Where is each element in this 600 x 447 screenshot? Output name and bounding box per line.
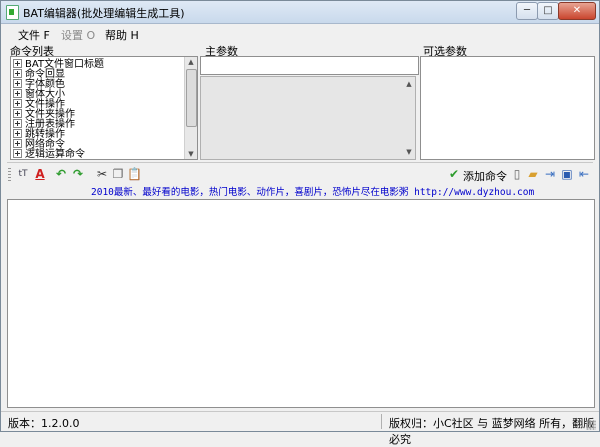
menu-help[interactable]: 帮助 H: [105, 27, 139, 43]
scroll-up-icon[interactable]: ▲: [403, 79, 415, 89]
app-window: BAT编辑器(批处理编辑生成工具) ─ □ ✕ 文件 F 设置 O 帮助 H 命…: [0, 0, 600, 446]
tree-item-label: 逻辑运算命令: [25, 149, 85, 160]
expand-icon[interactable]: [13, 108, 22, 118]
close-button[interactable]: ✕: [558, 2, 596, 20]
title-bar[interactable]: BAT编辑器(批处理编辑生成工具) ─ □ ✕: [1, 1, 599, 24]
copy-icon[interactable]: ❐: [111, 167, 125, 181]
tree-item[interactable]: 逻辑运算命令: [13, 148, 85, 160]
main-param-input[interactable]: [200, 56, 419, 75]
font-color-icon[interactable]: A: [33, 167, 47, 181]
scroll-thumb[interactable]: [186, 69, 197, 127]
app-icon: [6, 5, 19, 20]
export-icon[interactable]: ⇥: [543, 167, 557, 181]
paste-icon[interactable]: 📋: [127, 167, 142, 181]
status-bar: 版本：1.2.0.0 版权归：小C社区 与 蓝梦网络 所有，翻版必究: [1, 411, 599, 446]
expand-icon[interactable]: [13, 128, 22, 138]
command-tree[interactable]: BAT文件窗口标题 命令回显 字体颜色 窗体大小 文件操作 文件夹操作 注册表操…: [10, 56, 198, 160]
window-title: BAT编辑器(批处理编辑生成工具): [23, 7, 185, 20]
open-folder-icon[interactable]: ▰: [526, 167, 540, 181]
toolbar: tT A ↶ ↷ ✂ ❐ 📋 ✔ 添加命令 ▯ ▰ ⇥ ▣ ⇤: [7, 165, 593, 185]
expand-icon[interactable]: [13, 148, 22, 158]
minimize-button[interactable]: ─: [516, 2, 538, 20]
copyright-text: 版权归：小C社区 与 蓝梦网络 所有，翻版必究: [389, 417, 595, 446]
expand-icon[interactable]: [13, 58, 22, 68]
cut-icon[interactable]: ✂: [95, 167, 109, 181]
add-command-button[interactable]: 添加命令: [463, 168, 507, 184]
scroll-up-icon[interactable]: ▲: [185, 57, 197, 67]
expand-icon[interactable]: [13, 98, 22, 108]
expand-icon[interactable]: [13, 78, 22, 88]
resize-grip[interactable]: [586, 420, 596, 430]
scroll-down-icon[interactable]: ▼: [403, 147, 415, 157]
save-icon[interactable]: ▣: [560, 167, 574, 181]
main-param-area[interactable]: ▲ ▼: [200, 76, 416, 160]
undo-icon[interactable]: ↶: [54, 167, 68, 181]
script-editor[interactable]: [7, 199, 595, 408]
tree-scrollbar[interactable]: ▲ ▼: [184, 57, 197, 159]
checkmark-icon[interactable]: ✔: [447, 167, 461, 181]
optional-param-area[interactable]: [420, 56, 595, 160]
menu-settings[interactable]: 设置 O: [61, 27, 95, 43]
main-param-scrollbar[interactable]: ▲ ▼: [403, 77, 415, 159]
font-size-icon[interactable]: tT: [16, 167, 30, 181]
divider: [7, 162, 593, 163]
scroll-down-icon[interactable]: ▼: [185, 149, 197, 159]
expand-icon[interactable]: [13, 138, 22, 148]
redo-icon[interactable]: ↷: [71, 167, 85, 181]
status-divider: [381, 414, 382, 429]
toolbar-grip[interactable]: [8, 168, 11, 182]
expand-icon[interactable]: [13, 118, 22, 128]
ad-link[interactable]: 2010最新、最好看的电影，热门电影、动作片，喜剧片，恐怖片尽在电影粥 http…: [91, 184, 534, 198]
menu-file[interactable]: 文件 F: [18, 27, 50, 43]
version-text: 版本：1.2.0.0: [8, 417, 80, 430]
menu-bar: 文件 F 设置 O 帮助 H: [1, 24, 599, 42]
expand-icon[interactable]: [13, 68, 22, 78]
expand-icon[interactable]: [13, 88, 22, 98]
maximize-button[interactable]: □: [537, 2, 559, 20]
exit-icon[interactable]: ⇤: [577, 167, 591, 181]
new-file-icon[interactable]: ▯: [510, 167, 524, 181]
